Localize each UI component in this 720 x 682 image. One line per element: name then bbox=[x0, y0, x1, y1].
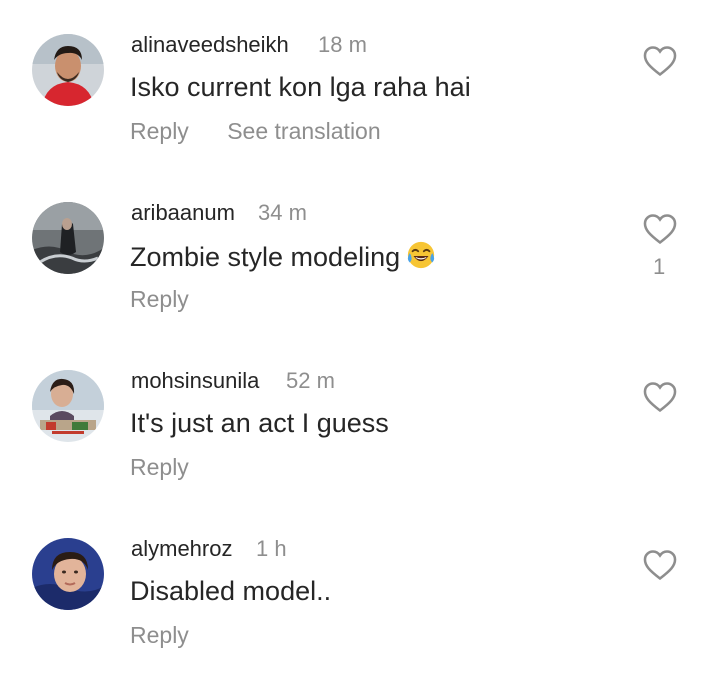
reply-button[interactable]: Reply bbox=[130, 622, 189, 649]
reply-button[interactable]: Reply bbox=[130, 286, 189, 313]
comment-text: It's just an act I guess bbox=[130, 408, 389, 438]
heart-outline-icon[interactable] bbox=[641, 42, 679, 80]
timestamp: 34 m bbox=[258, 200, 307, 225]
avatar-image bbox=[32, 202, 104, 274]
avatar[interactable] bbox=[32, 202, 104, 274]
avatar-image bbox=[32, 370, 104, 442]
comment-text-body: Zombie style modeling bbox=[130, 242, 401, 272]
like-count: 1 bbox=[653, 254, 666, 279]
timestamp: 18 m bbox=[318, 32, 367, 57]
comment-text: Disabled model.. bbox=[130, 576, 332, 606]
reply-button[interactable]: Reply bbox=[130, 118, 189, 145]
heart-outline-icon[interactable] bbox=[641, 378, 679, 416]
reply-button[interactable]: Reply bbox=[130, 454, 189, 481]
comment-item: mohsinsunila 52 m It's just an act I gue… bbox=[0, 364, 720, 514]
comment-actions: Reply bbox=[130, 454, 221, 481]
comment-actions: Reply See translation bbox=[130, 118, 381, 145]
username[interactable]: alymehroz bbox=[131, 536, 232, 562]
avatar[interactable] bbox=[32, 370, 104, 442]
comment-text: Zombie style modeling bbox=[130, 240, 436, 273]
avatar[interactable] bbox=[32, 538, 104, 610]
avatar-image bbox=[32, 538, 104, 610]
username[interactable]: alinaveedsheikh bbox=[131, 32, 289, 58]
timestamp: 52 m bbox=[286, 368, 335, 393]
avatar-image bbox=[32, 34, 104, 106]
heart-outline-icon[interactable] bbox=[641, 210, 679, 248]
comment-actions: Reply bbox=[130, 622, 221, 649]
see-translation-button[interactable]: See translation bbox=[227, 118, 380, 145]
comment-item: aribaanum 34 m Zombie style modeling Rep… bbox=[0, 196, 720, 346]
comment-item: alymehroz 1 h Disabled model.. Reply bbox=[0, 532, 720, 682]
username[interactable]: aribaanum bbox=[131, 200, 235, 226]
face-with-tears-of-joy-icon bbox=[408, 241, 435, 269]
comment-item: alinaveedsheikh 18 m Isko current kon lg… bbox=[0, 28, 720, 178]
comment-actions: Reply bbox=[130, 286, 221, 313]
username[interactable]: mohsinsunila bbox=[131, 368, 259, 394]
timestamp: 1 h bbox=[256, 536, 287, 561]
heart-outline-icon[interactable] bbox=[641, 546, 679, 584]
comment-text: Isko current kon lga raha hai bbox=[130, 72, 471, 102]
avatar[interactable] bbox=[32, 34, 104, 106]
